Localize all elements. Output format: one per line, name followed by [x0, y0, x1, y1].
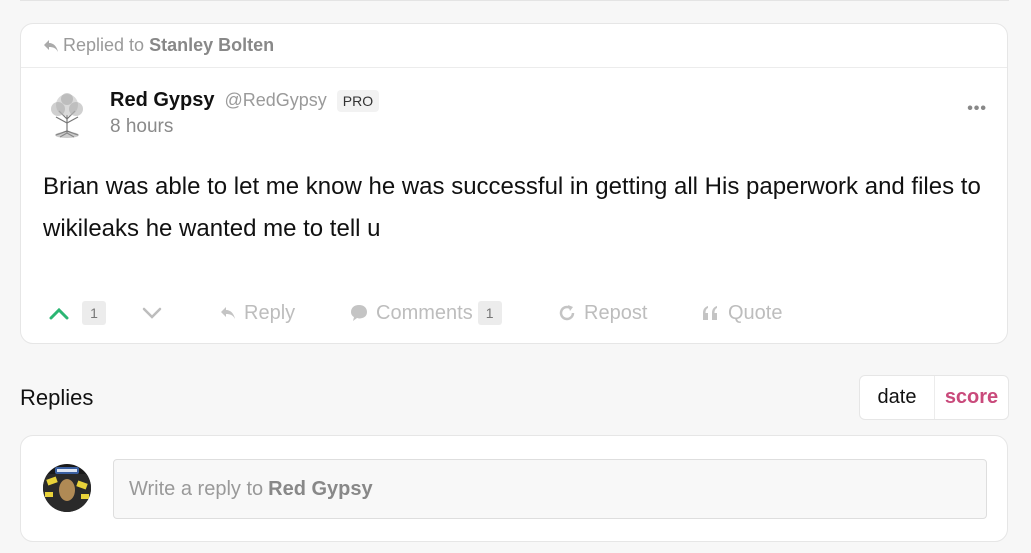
reply-composer-card: Write a reply to Red Gypsy: [20, 435, 1008, 542]
comments-button[interactable]: Comments 1: [350, 298, 502, 328]
sort-toggle: date score: [859, 375, 1009, 420]
replied-to-prefix: Replied to: [63, 35, 145, 55]
upvote-chevron-icon: [49, 307, 69, 320]
author-handle[interactable]: @RedGypsy: [224, 90, 326, 111]
comments-label: Comments: [376, 301, 473, 324]
post-body: Brian was able to let me know he was suc…: [43, 173, 981, 242]
sort-by-date-button[interactable]: date: [860, 376, 935, 419]
post-time[interactable]: 8 hours: [110, 116, 173, 138]
author-name[interactable]: Red Gypsy: [110, 89, 214, 112]
quote-label: Quote: [728, 301, 783, 324]
author-line: Red Gypsy @RedGypsy PRO: [110, 89, 380, 112]
comments-count: 1: [477, 301, 502, 325]
pro-badge: PRO: [336, 89, 380, 112]
reply-button[interactable]: Reply: [220, 298, 295, 328]
quote-button[interactable]: Quote: [702, 298, 782, 328]
post-actions: 1 Reply Comments 1 Repost Quote: [21, 298, 1007, 328]
reply-placeholder-prefix: Write a reply to: [129, 477, 264, 500]
repost-button[interactable]: Repost: [558, 298, 647, 328]
reply-arrow-icon: [44, 39, 58, 52]
downvote-button[interactable]: [142, 298, 162, 328]
comment-bubble-icon: [351, 305, 367, 321]
quote-icon: [703, 306, 717, 320]
upvote-button[interactable]: 1: [49, 298, 106, 328]
repost-label: Repost: [584, 301, 648, 324]
reply-input[interactable]: Write a reply to Red Gypsy: [113, 459, 987, 519]
replies-heading: Replies: [20, 385, 94, 410]
reply-placeholder-name: Red Gypsy: [268, 477, 373, 500]
reply-label: Reply: [244, 301, 296, 324]
downvote-chevron-icon: [142, 307, 162, 319]
replied-to-bar[interactable]: Replied to Stanley Bolten: [21, 24, 1007, 68]
upvote-count: 1: [82, 301, 106, 325]
repost-icon: [559, 305, 575, 321]
post-card: Replied to Stanley Bolten Red Gypsy @Red…: [20, 23, 1008, 344]
replied-to-name[interactable]: Stanley Bolten: [149, 35, 274, 56]
top-divider: [20, 0, 1009, 1]
current-user-avatar[interactable]: [43, 464, 91, 512]
user-avatar-image: [43, 464, 91, 512]
reply-icon: [221, 307, 235, 319]
tree-avatar-image: [51, 93, 83, 138]
author-avatar[interactable]: [42, 89, 92, 139]
sort-by-score-button[interactable]: score: [935, 376, 1008, 419]
more-dots-icon[interactable]: •••: [967, 100, 987, 118]
